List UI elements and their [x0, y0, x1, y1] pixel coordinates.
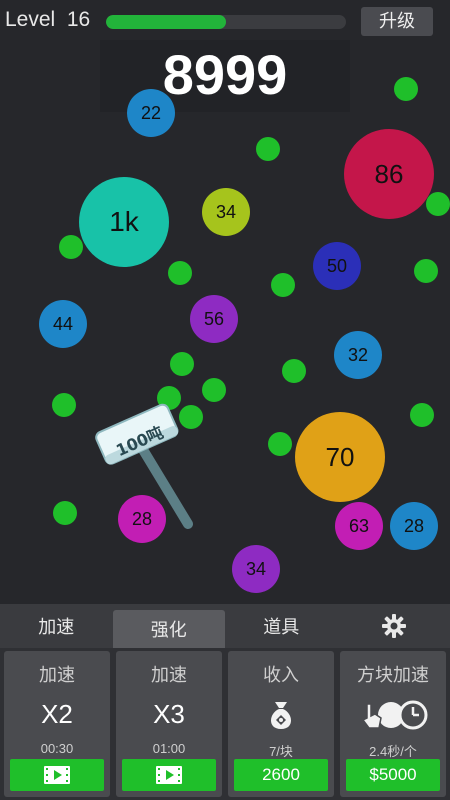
green-pellet: [53, 501, 77, 525]
green-pellet: [426, 192, 450, 216]
green-pellet: [410, 403, 434, 427]
ball-label: 34: [215, 201, 237, 222]
tab-bar: 加速 强化 道具: [0, 604, 450, 648]
spawn-rate: 2.4秒/个: [369, 744, 417, 759]
tap-clock-icon: [361, 700, 428, 730]
green-pellet: [256, 137, 280, 161]
number-ball[interactable]: 86: [344, 129, 434, 219]
watch-video-button[interactable]: [10, 759, 104, 791]
video-play-icon: [44, 766, 70, 784]
number-ball[interactable]: 34: [202, 188, 250, 236]
number-ball[interactable]: 56: [190, 295, 238, 343]
tab-settings[interactable]: [338, 604, 450, 648]
video-play-icon: [156, 766, 182, 784]
upgrade-panel: 加速 X2 00:30 加速 X3 01:00 收入 7/块 2600 方块加速…: [0, 648, 450, 800]
number-ball[interactable]: 70: [295, 412, 385, 502]
ball-label: 44: [52, 313, 74, 334]
green-pellet: [52, 393, 76, 417]
number-ball[interactable]: 34: [232, 545, 280, 593]
number-ball[interactable]: 44: [39, 300, 87, 348]
card-duration: 00:30: [40, 741, 74, 756]
buy-income-button[interactable]: 2600: [234, 759, 328, 791]
ball-label: 1k: [109, 206, 139, 237]
tab-speed[interactable]: 加速: [0, 604, 113, 648]
card-title: 加速: [151, 665, 187, 686]
ball-label: 22: [140, 102, 162, 123]
green-pellet: [202, 378, 226, 402]
green-pellet: [414, 259, 438, 283]
ball-label: 86: [374, 158, 404, 189]
number-ball[interactable]: 1k: [79, 177, 169, 267]
ball-label: 28: [403, 515, 425, 536]
green-pellet: [170, 352, 194, 376]
top-bar: Level 16 升级: [0, 0, 450, 42]
ball-label: 32: [347, 344, 369, 365]
card-multiplier: X2: [41, 699, 73, 729]
level-progress-bar: [106, 15, 346, 29]
ball-label: 34: [245, 558, 267, 579]
speed-x3-card: 加速 X3 01:00: [116, 651, 222, 797]
level-label: Level: [5, 8, 56, 31]
ball-label: 63: [348, 515, 370, 536]
green-pellet: [282, 359, 306, 383]
income-rate: 7/块: [269, 744, 293, 759]
number-ball[interactable]: 28: [390, 502, 438, 550]
hammer[interactable]: 100吨: [90, 400, 210, 540]
buy-block-speed-button[interactable]: $5000: [346, 759, 440, 791]
tab-enhance[interactable]: 强化: [112, 610, 225, 648]
green-pellet: [168, 261, 192, 285]
number-ball[interactable]: 22: [127, 89, 175, 137]
ball-label: 70: [325, 441, 355, 472]
gear-icon: [381, 614, 406, 638]
block-speed-card: 方块加速 2.4秒/个 $5000: [340, 651, 446, 797]
ball-label: 50: [326, 255, 348, 276]
play-field[interactable]: 22 86 1k 34 50 44 56 32 70 63 28 28 34: [0, 42, 450, 604]
number-ball[interactable]: 63: [335, 502, 383, 550]
tab-items[interactable]: 道具: [225, 604, 338, 648]
green-pellet: [394, 77, 418, 101]
card-title: 加速: [39, 665, 75, 686]
card-title: 收入: [263, 665, 299, 686]
level-value: 16: [66, 8, 91, 31]
number-ball[interactable]: 32: [334, 331, 382, 379]
green-pellet: [271, 273, 295, 297]
card-duration: 01:00: [152, 741, 186, 756]
upgrade-button[interactable]: 升级: [361, 7, 433, 36]
watch-video-button[interactable]: [122, 759, 216, 791]
card-multiplier: X3: [153, 699, 185, 729]
ball-label: 56: [203, 308, 225, 329]
income-card: 收入 7/块 2600: [228, 651, 334, 797]
number-ball[interactable]: 50: [313, 242, 361, 290]
green-pellet: [59, 235, 83, 259]
level-progress-fill: [106, 15, 226, 29]
level-indicator: Level 16: [5, 8, 90, 32]
money-bag-icon: [271, 702, 291, 729]
speed-x2-card: 加速 X2 00:30: [4, 651, 110, 797]
card-title: 方块加速: [357, 665, 429, 686]
green-pellet: [268, 432, 292, 456]
